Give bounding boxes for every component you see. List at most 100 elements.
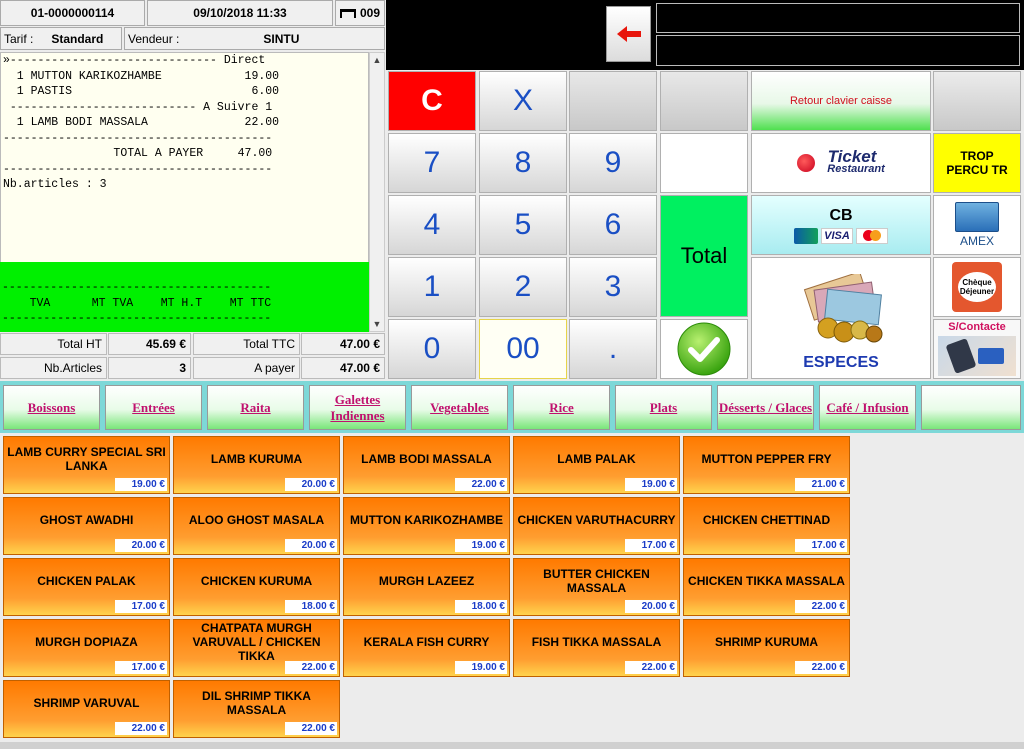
cash-banknotes-icon bbox=[803, 274, 883, 343]
product-button[interactable]: MUTTON KARIKOZHAMBE 19.00 € bbox=[343, 497, 510, 555]
order-number: 01-0000000114 bbox=[0, 0, 145, 26]
tarif-value: Standard bbox=[51, 31, 104, 46]
retour-clavier-button[interactable]: Retour clavier caisse bbox=[751, 71, 931, 131]
amex-button[interactable]: AMEX bbox=[933, 195, 1021, 255]
category-tab[interactable]: Plats bbox=[615, 385, 712, 430]
product-name: MURGH DOPIAZA bbox=[35, 635, 138, 649]
table-indicator[interactable]: 009 bbox=[335, 0, 385, 26]
ticket-scrollbar[interactable]: ▲ ▼ bbox=[369, 52, 385, 332]
back-button[interactable] bbox=[606, 6, 651, 62]
key-1[interactable]: 1 bbox=[388, 257, 476, 317]
key-00[interactable]: 00 bbox=[479, 319, 567, 379]
total-button[interactable]: Total bbox=[660, 195, 748, 317]
category-tab[interactable]: Entrées bbox=[105, 385, 202, 430]
status-bar bbox=[0, 742, 1024, 749]
cheque-dejeuner-line-2: Déjeuner bbox=[959, 287, 995, 296]
total-ttc-value: 47.00 € bbox=[301, 333, 385, 355]
ticket-restaurant-line-2: Restaurant bbox=[827, 163, 885, 175]
product-name: MURGH LAZEEZ bbox=[378, 574, 475, 588]
tarif-field[interactable]: Tarif : Standard bbox=[0, 27, 122, 50]
product-price: 20.00 € bbox=[115, 539, 167, 552]
product-button[interactable]: LAMB KURUMA 20.00 € bbox=[173, 436, 340, 494]
product-price: 17.00 € bbox=[625, 539, 677, 552]
product-button[interactable]: BUTTER CHICKEN MASSALA 20.00 € bbox=[513, 558, 680, 616]
visa-card-icon: VISA bbox=[821, 227, 853, 244]
validate-button[interactable] bbox=[660, 319, 748, 379]
tarif-label: Tarif : bbox=[4, 31, 34, 46]
cb-button[interactable]: CB VISA bbox=[751, 195, 931, 255]
product-button[interactable]: KERALA FISH CURRY 19.00 € bbox=[343, 619, 510, 677]
blank-key-3[interactable] bbox=[660, 133, 748, 193]
multiply-button[interactable]: X bbox=[479, 71, 567, 131]
product-button[interactable]: DIL SHRIMP TIKKA MASSALA 22.00 € bbox=[173, 680, 340, 738]
product-price: 18.00 € bbox=[455, 600, 507, 613]
product-button[interactable]: LAMB BODI MASSALA 22.00 € bbox=[343, 436, 510, 494]
product-button[interactable]: CHICKEN VARUTHACURRY 17.00 € bbox=[513, 497, 680, 555]
especes-button[interactable]: ESPECES bbox=[751, 257, 931, 379]
key-5[interactable]: 5 bbox=[479, 195, 567, 255]
product-price: 22.00 € bbox=[795, 661, 847, 674]
product-button[interactable]: SHRIMP VARUVAL 22.00 € bbox=[3, 680, 170, 738]
product-button[interactable]: LAMB CURRY SPECIAL SRI LANKA 19.00 € bbox=[3, 436, 170, 494]
mastercard-icon bbox=[856, 227, 888, 244]
product-price: 17.00 € bbox=[795, 539, 847, 552]
product-name: CHICKEN CHETTINAD bbox=[702, 513, 831, 527]
product-name: CHICKEN TIKKA MASSALA bbox=[688, 574, 845, 588]
cheque-dejeuner-button[interactable]: Chèque Déjeuner bbox=[933, 257, 1021, 317]
product-button[interactable]: MURGH LAZEEZ 18.00 € bbox=[343, 558, 510, 616]
key-dot[interactable]: . bbox=[569, 319, 657, 379]
category-tab[interactable]: Rice bbox=[513, 385, 610, 430]
product-button[interactable]: CHICKEN KURUMA 18.00 € bbox=[173, 558, 340, 616]
key-2[interactable]: 2 bbox=[479, 257, 567, 317]
product-button[interactable]: MUTTON PEPPER FRY 21.00 € bbox=[683, 436, 850, 494]
product-name: LAMB PALAK bbox=[557, 452, 636, 466]
key-9[interactable]: 9 bbox=[569, 133, 657, 193]
key-4[interactable]: 4 bbox=[388, 195, 476, 255]
a-payer-label: A payer bbox=[193, 357, 300, 379]
product-price: 22.00 € bbox=[455, 478, 507, 491]
trop-percu-button[interactable]: TROP PERCU TR bbox=[933, 133, 1021, 193]
category-tab[interactable]: Désserts / Glaces bbox=[717, 385, 814, 430]
product-name: CHICKEN PALAK bbox=[37, 574, 136, 588]
scroll-up-icon[interactable]: ▲ bbox=[370, 53, 384, 67]
amex-card-icon bbox=[955, 202, 999, 232]
product-button[interactable]: GHOST AWADHI 20.00 € bbox=[3, 497, 170, 555]
sans-contact-button[interactable]: S/Contacte bbox=[933, 319, 1021, 379]
key-3[interactable]: 3 bbox=[569, 257, 657, 317]
product-price: 22.00 € bbox=[285, 722, 337, 735]
vat-lines: --------------------------------------- … bbox=[2, 281, 272, 325]
vendeur-field[interactable]: Vendeur : SINTU bbox=[124, 27, 385, 50]
product-price: 22.00 € bbox=[795, 600, 847, 613]
category-tab[interactable]: Vegetables bbox=[411, 385, 508, 430]
product-price: 20.00 € bbox=[285, 539, 337, 552]
product-price: 22.00 € bbox=[115, 722, 167, 735]
product-button[interactable]: SHRIMP KURUMA 22.00 € bbox=[683, 619, 850, 677]
product-name: MUTTON KARIKOZHAMBE bbox=[349, 513, 504, 527]
scroll-down-icon[interactable]: ▼ bbox=[370, 317, 384, 331]
blank-key-2[interactable] bbox=[660, 71, 748, 131]
product-button[interactable]: CHICKEN PALAK 17.00 € bbox=[3, 558, 170, 616]
product-button[interactable]: CHATPATA MURGH VARUVALL / CHICKEN TIKKA 2… bbox=[173, 619, 340, 677]
product-button[interactable]: LAMB PALAK 19.00 € bbox=[513, 436, 680, 494]
blank-key-1[interactable] bbox=[569, 71, 657, 131]
cb-label: CB bbox=[829, 206, 853, 224]
category-tab[interactable] bbox=[921, 385, 1021, 430]
product-button[interactable]: ALOO GHOST MASALA 20.00 € bbox=[173, 497, 340, 555]
key-6[interactable]: 6 bbox=[569, 195, 657, 255]
category-tab[interactable]: Café / Infusion bbox=[819, 385, 916, 430]
category-tab[interactable]: Raita bbox=[207, 385, 304, 430]
key-8[interactable]: 8 bbox=[479, 133, 567, 193]
key-7[interactable]: 7 bbox=[388, 133, 476, 193]
product-button[interactable]: FISH TIKKA MASSALA 22.00 € bbox=[513, 619, 680, 677]
product-button[interactable]: MURGH DOPIAZA 17.00 € bbox=[3, 619, 170, 677]
clear-button[interactable]: C bbox=[388, 71, 476, 131]
total-ht-value: 45.69 € bbox=[108, 333, 191, 355]
category-tab[interactable]: Galettes Indiennes bbox=[309, 385, 406, 430]
product-name: LAMB BODI MASSALA bbox=[361, 452, 492, 466]
product-button[interactable]: CHICKEN TIKKA MASSALA 22.00 € bbox=[683, 558, 850, 616]
category-tab[interactable]: Boissons bbox=[3, 385, 100, 430]
blank-key-4[interactable] bbox=[933, 71, 1021, 131]
ticket-restaurant-button[interactable]: Ticket Restaurant bbox=[751, 133, 931, 193]
key-0[interactable]: 0 bbox=[388, 319, 476, 379]
product-button[interactable]: CHICKEN CHETTINAD 17.00 € bbox=[683, 497, 850, 555]
